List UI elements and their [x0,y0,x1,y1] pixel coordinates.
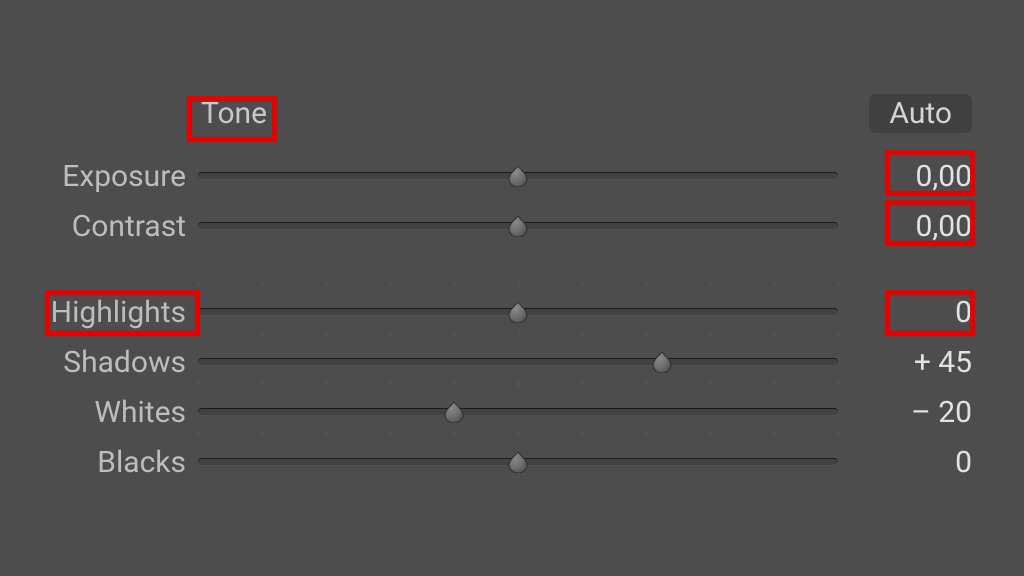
highlights-label: Highlights [0,295,192,330]
whites-slider[interactable] [198,387,838,437]
shadows-row: Shadows + 45 [0,337,1024,387]
exposure-value[interactable]: 0,00 [862,159,972,194]
blacks-slider[interactable] [198,437,838,487]
whites-row: Whites – 20 [0,387,1024,437]
contrast-label: Contrast [0,209,192,244]
whites-thumb-icon[interactable] [443,401,465,423]
shadows-track[interactable] [198,358,838,366]
blacks-label: Blacks [0,445,192,480]
shadows-thumb-icon[interactable] [651,351,673,373]
whites-track[interactable] [198,408,838,416]
highlights-thumb-icon[interactable] [507,301,529,323]
shadows-label: Shadows [0,345,192,380]
highlights-ticks [198,281,838,285]
contrast-slider[interactable] [198,201,838,251]
whites-label: Whites [0,395,192,430]
highlights-slider[interactable] [198,287,838,337]
section-title: Tone [195,96,273,131]
contrast-value[interactable]: 0,00 [862,209,972,244]
shadows-value[interactable]: + 45 [862,345,972,380]
blacks-thumb-icon[interactable] [507,451,529,473]
contrast-thumb-icon[interactable] [507,215,529,237]
contrast-row: Contrast 0,00 [0,201,1024,251]
blacks-value[interactable]: 0 [862,445,972,480]
exposure-thumb-icon[interactable] [507,165,529,187]
blacks-row: Blacks 0 [0,437,1024,487]
exposure-row: Exposure 0,00 [0,151,1024,201]
tone-panel: Tone Auto Exposure 0,00Contrast 0,00High… [0,0,1024,576]
exposure-label: Exposure [0,159,192,194]
whites-value[interactable]: – 20 [862,395,972,430]
auto-button[interactable]: Auto [869,94,972,133]
highlights-row: Highlights 0 [0,287,1024,337]
highlights-value[interactable]: 0 [862,295,972,330]
shadows-slider[interactable] [198,337,838,387]
section-header: Tone Auto [0,94,1024,133]
exposure-slider[interactable] [198,151,838,201]
